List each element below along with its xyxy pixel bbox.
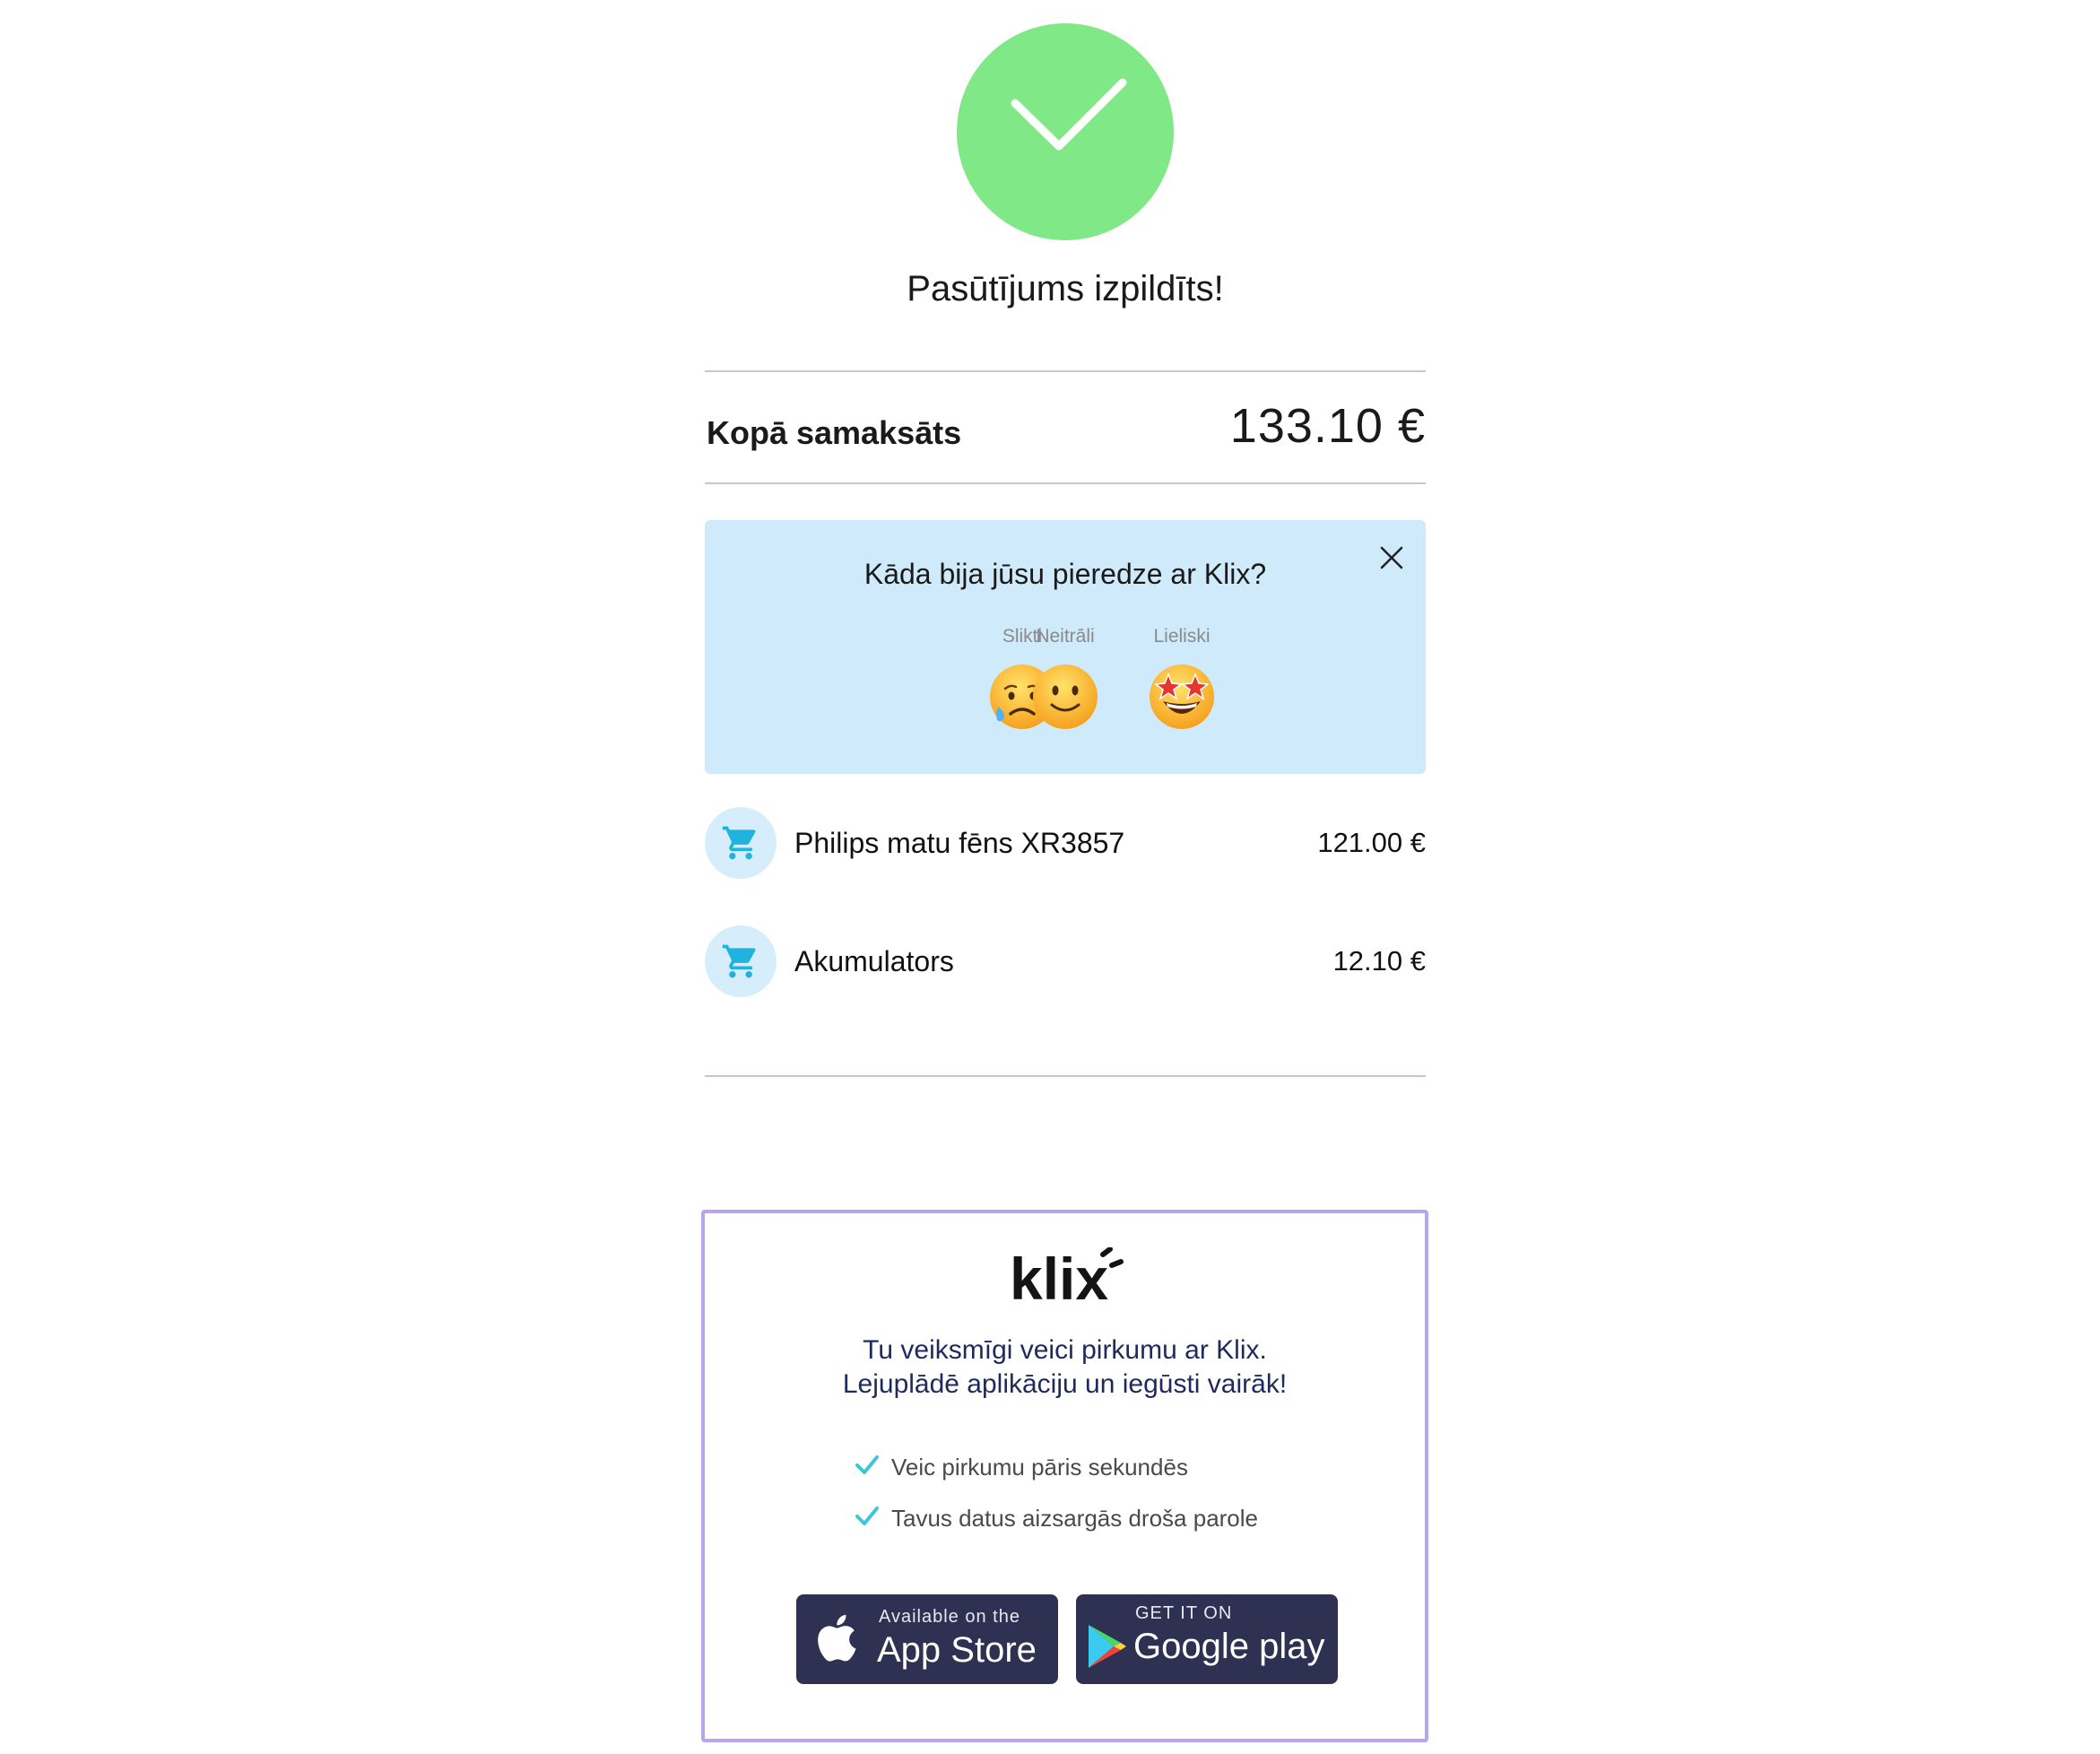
check-icon (855, 1455, 879, 1474)
klix-logo: klix (1010, 1247, 1124, 1310)
total-label: Kopā samaksāts (707, 414, 962, 451)
svg-text:klix: klix (1010, 1247, 1108, 1310)
apple-icon (818, 1614, 856, 1662)
item-price: 12.10 € (1332, 945, 1426, 977)
divider (705, 1075, 1426, 1077)
success-checkmark-icon (957, 23, 1174, 240)
benefit-text: Tavus datus aizsargās droša parole (891, 1505, 1259, 1532)
divider (705, 482, 1426, 484)
google-play-icon (1089, 1625, 1126, 1668)
rating-label: Neitrāli (1036, 626, 1095, 647)
app-store-button[interactable]: Available on the App Store (796, 1594, 1058, 1684)
divider (705, 370, 1426, 372)
total-value: 133.10 € (1229, 399, 1426, 453)
rating-label: Lieliski (1153, 626, 1211, 647)
order-status-title: Pasūtījums izpildīts! (907, 269, 1224, 308)
star-eyes-face-icon (1150, 664, 1214, 729)
order-item: Akumulators 12.10 € (705, 924, 1426, 999)
google-play-small-text: GET IT ON (1135, 1603, 1233, 1623)
item-name: Philips matu fēns XR3857 (794, 827, 1125, 859)
check-icon (855, 1507, 879, 1525)
klix-app-promo: klix Tu veiksmīgi veici pirkumu ar Klix.… (701, 1210, 1428, 1742)
app-store-big-text: App Store (877, 1630, 1037, 1670)
close-icon[interactable] (1374, 540, 1410, 576)
rating-option-neutral[interactable]: Neitrāli (1011, 626, 1119, 732)
app-store-small-text: Available on the (879, 1607, 1020, 1627)
neutral-face-icon (1033, 664, 1098, 729)
order-item: Philips matu fēns XR3857 121.00 € (705, 805, 1426, 881)
item-name: Akumulators (794, 945, 954, 977)
feedback-panel: Kāda bija jūsu pieredze ar Klix? Slikti (705, 520, 1426, 774)
feedback-question: Kāda bija jūsu pieredze ar Klix? (863, 558, 1267, 590)
benefit-text: Veic pirkumu pāris sekundēs (891, 1454, 1188, 1480)
item-price: 121.00 € (1317, 827, 1426, 858)
google-play-big-text: Google play (1133, 1627, 1325, 1666)
cart-icon (705, 925, 777, 997)
promo-line-2: Lejuplādē aplikāciju un iegūsti vairāk! (842, 1369, 1288, 1399)
order-confirmation-page: Pasūtījums izpildīts! Kopā samaksāts 133… (0, 0, 2100, 1754)
total-row: Kopā samaksāts 133.10 € (705, 386, 1426, 475)
cart-icon (705, 807, 777, 879)
promo-line-1: Tu veiksmīgi veici pirkumu ar Klix. (863, 1335, 1267, 1365)
rating-option-great[interactable]: Lieliski (1128, 626, 1236, 732)
google-play-button[interactable]: GET IT ON Google play (1076, 1594, 1338, 1684)
